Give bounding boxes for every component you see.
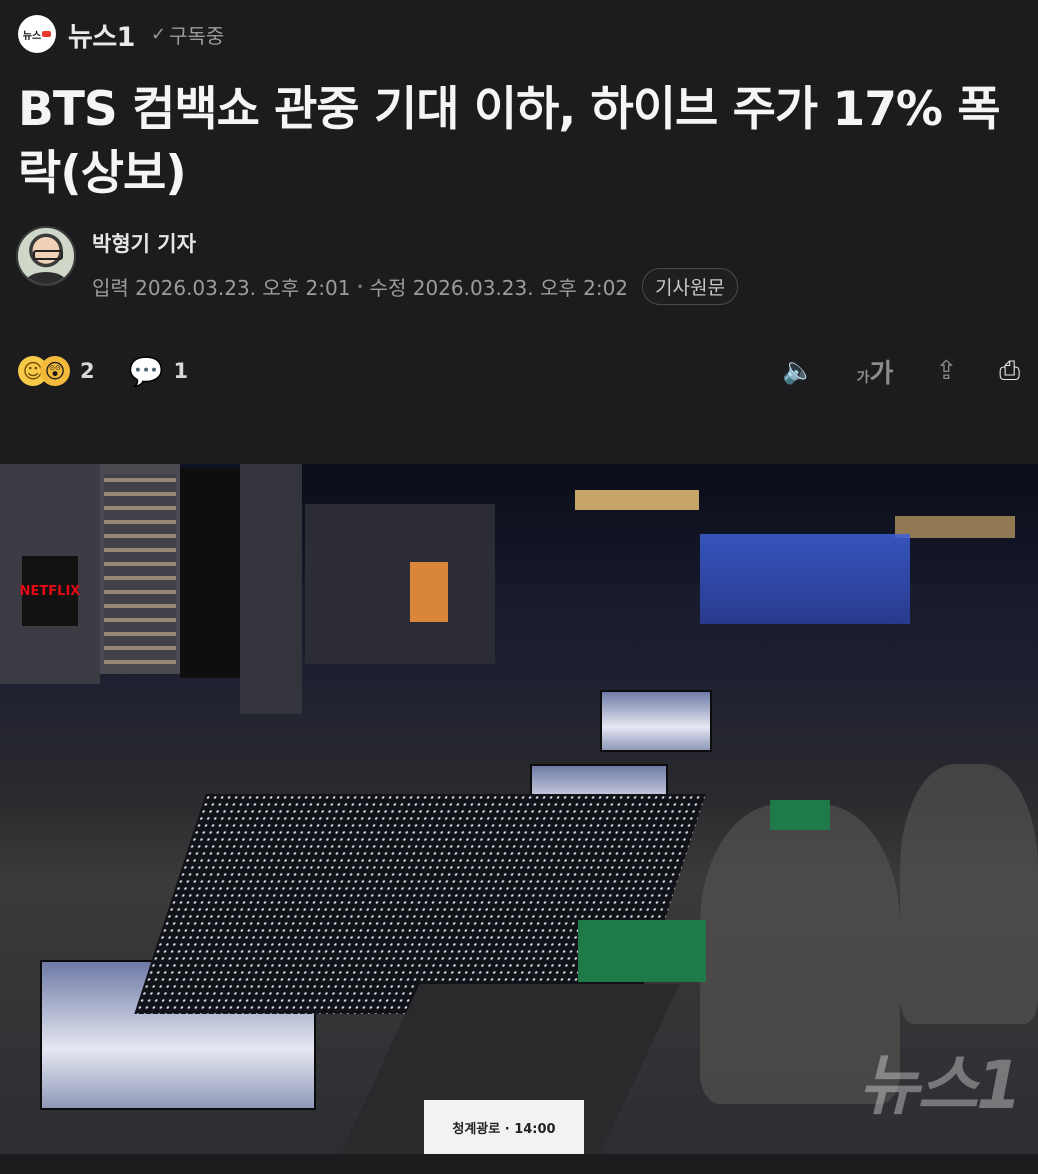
netflix-vertical-sign (180, 468, 240, 678)
led-screen (600, 690, 712, 752)
byline-text: 박형기 기자 입력 2026.03.23. 오후 2:01 • 수정 2026.… (92, 226, 738, 305)
font-size-button[interactable]: 가가 (857, 353, 894, 390)
right-tools: 🔈 가가 ⇪ ⎙ (740, 353, 1020, 390)
date-separator: • (356, 279, 364, 294)
palace-roof (895, 516, 1015, 538)
road-sign-green (578, 920, 706, 982)
comment-count: 1 (173, 359, 189, 383)
press-header: 뉴스 뉴스1 ✓ 구독중 (18, 14, 224, 54)
article-toolbar: ☺ 😲 2 💬 1 🔈 가가 ⇪ ⎙ (18, 348, 1020, 394)
article-photo[interactable]: NETFLIX 청계광로 · 14:00 뉴스1 (0, 464, 1038, 1154)
reaction-count: 2 (80, 359, 95, 383)
input-label: 입력 (92, 276, 129, 300)
building (305, 504, 495, 664)
lit-building (410, 562, 448, 622)
building-windows (104, 474, 176, 664)
press-logo-mark (42, 31, 52, 37)
road-sign-green (770, 800, 830, 830)
reporter-name[interactable]: 박형기 기자 (92, 228, 738, 258)
netflix-sign: NETFLIX (20, 556, 80, 626)
press-logo[interactable]: 뉴스 (18, 15, 56, 53)
original-article-button[interactable]: 기사원문 (642, 268, 738, 305)
font-small-label: 가 (856, 369, 870, 386)
comment-button[interactable]: 💬 1 (129, 355, 189, 388)
reporter-avatar[interactable] (16, 226, 76, 286)
edit-label: 수정 (369, 276, 407, 300)
avatar-suit (26, 272, 66, 284)
concert-stage (700, 534, 910, 624)
reaction-button[interactable]: ☺ 😲 2 (18, 356, 95, 386)
check-icon: ✓ (150, 23, 167, 45)
comment-icon: 💬 (128, 354, 164, 388)
palace-gate (575, 490, 699, 510)
tree (900, 764, 1038, 1024)
edit-date: 2026.03.23. 오후 2:02 (412, 276, 629, 300)
print-icon[interactable]: ⎙ (999, 356, 1020, 387)
subscribe-label: 구독중 (169, 23, 225, 48)
road-sign: 청계광로 · 14:00 (424, 1100, 584, 1154)
subscribe-status[interactable]: ✓ 구독중 (151, 20, 224, 49)
speaker-icon[interactable]: 🔈 (782, 356, 814, 386)
font-large-label: 가 (869, 358, 894, 389)
byline: 박형기 기자 입력 2026.03.23. 오후 2:01 • 수정 2026.… (16, 226, 738, 305)
press-name[interactable]: 뉴스1 (68, 15, 135, 54)
building (240, 464, 302, 714)
article-dates: 입력 2026.03.23. 오후 2:01 • 수정 2026.03.23. … (92, 268, 738, 305)
avatar-glasses (33, 250, 63, 260)
surprised-emoji-icon: 😲 (40, 356, 70, 386)
share-icon[interactable]: ⇪ (935, 356, 957, 386)
press-logo-text: 뉴스 (22, 30, 42, 42)
input-date: 2026.03.23. 오후 2:01 (135, 276, 351, 300)
bottom-bar (0, 1154, 1038, 1174)
article-title: BTS 컴백쇼 관중 기대 이하, 하이브 주가 17% 폭락(상보) (18, 82, 1001, 201)
photo-watermark: 뉴스1 (858, 1047, 1022, 1124)
